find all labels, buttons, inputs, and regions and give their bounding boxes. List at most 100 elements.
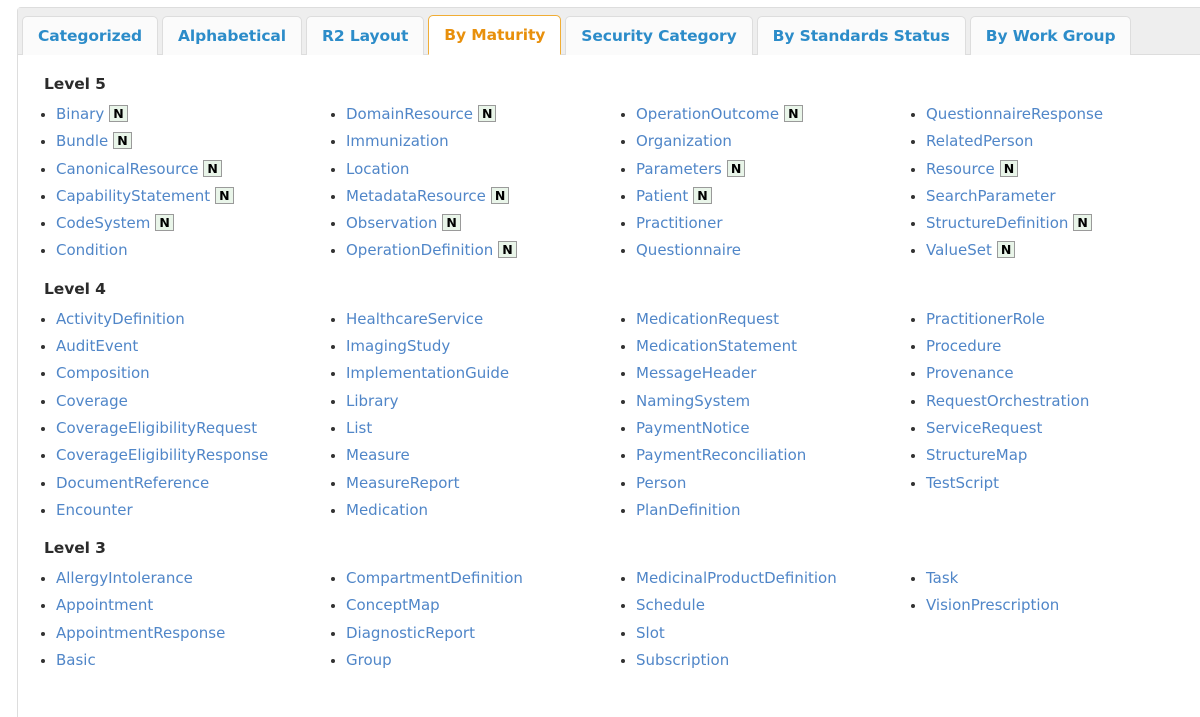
normative-badge: N: [109, 105, 127, 122]
resource-link[interactable]: PlanDefinition: [636, 501, 741, 519]
resource-link[interactable]: Basic: [56, 651, 96, 669]
list-item: PaymentReconciliation: [598, 442, 888, 469]
list-item: Task: [888, 565, 1178, 592]
resource-column: MedicinalProductDefinition Schedule Slot Su…: [598, 565, 888, 674]
resource-link[interactable]: Organization: [636, 132, 732, 150]
resource-link[interactable]: PractitionerRole: [926, 310, 1045, 328]
normative-badge: N: [727, 160, 745, 177]
resource-link[interactable]: CodeSystem: [56, 214, 150, 232]
resource-link[interactable]: Immunization: [346, 132, 449, 150]
resource-link[interactable]: QuestionnaireResponse: [926, 105, 1103, 123]
resource-link[interactable]: MetadataResource: [346, 187, 486, 205]
resource-link[interactable]: MedicationStatement: [636, 337, 797, 355]
normative-badge: N: [997, 241, 1015, 258]
resource-link[interactable]: Provenance: [926, 364, 1014, 382]
resource-link[interactable]: Coverage: [56, 392, 128, 410]
resource-link[interactable]: ImplementationGuide: [346, 364, 509, 382]
resource-link[interactable]: Library: [346, 392, 398, 410]
tab-categorized[interactable]: Categorized: [22, 16, 158, 55]
resource-link[interactable]: MeasureReport: [346, 474, 459, 492]
resource-link[interactable]: Resource: [926, 160, 995, 178]
resource-link[interactable]: MedicinalProductDefinition: [636, 569, 837, 587]
tab-label: Alphabetical: [178, 27, 286, 45]
resource-link[interactable]: List: [346, 419, 372, 437]
resource-link[interactable]: Location: [346, 160, 409, 178]
list-item: Practitioner: [598, 210, 888, 237]
list-item: MedicinalProductDefinition: [598, 565, 888, 592]
resource-column: QuestionnaireResponse RelatedPerson Resour…: [888, 101, 1178, 265]
list-item: HealthcareService: [308, 306, 598, 333]
resource-link[interactable]: ServiceRequest: [926, 419, 1042, 437]
resource-link[interactable]: CoverageEligibilityRequest: [56, 419, 257, 437]
resource-link[interactable]: Condition: [56, 241, 128, 259]
resource-link[interactable]: Person: [636, 474, 686, 492]
resource-link[interactable]: CoverageEligibilityResponse: [56, 446, 268, 464]
resource-link[interactable]: ActivityDefinition: [56, 310, 185, 328]
resource-link[interactable]: SearchParameter: [926, 187, 1056, 205]
list-item: ActivityDefinition: [18, 306, 308, 333]
resource-link[interactable]: OperationOutcome: [636, 105, 779, 123]
resource-columns: AllergyIntolerance Appointment Appointment…: [18, 565, 1200, 674]
normative-badge: N: [1000, 160, 1018, 177]
resource-link[interactable]: PaymentNotice: [636, 419, 750, 437]
resource-link[interactable]: NamingSystem: [636, 392, 750, 410]
resource-link[interactable]: StructureMap: [926, 446, 1027, 464]
tab-by-maturity[interactable]: By Maturity: [428, 15, 561, 55]
resource-link[interactable]: DiagnosticReport: [346, 624, 475, 642]
list-item: Parameters N: [598, 156, 888, 183]
resource-link[interactable]: ImagingStudy: [346, 337, 450, 355]
resource-link[interactable]: CapabilityStatement: [56, 187, 210, 205]
resource-link[interactable]: RequestOrchestration: [926, 392, 1089, 410]
resource-link[interactable]: Composition: [56, 364, 150, 382]
resource-link[interactable]: MedicationRequest: [636, 310, 779, 328]
resource-link[interactable]: CanonicalResource: [56, 160, 198, 178]
resource-list: DomainResourceNImmunizationLocationMetad…: [308, 101, 598, 265]
resource-link[interactable]: OperationDefinition: [346, 241, 493, 259]
tab-security-category[interactable]: Security Category: [565, 16, 752, 55]
resource-link[interactable]: PaymentReconciliation: [636, 446, 806, 464]
tab-by-standards-status[interactable]: By Standards Status: [757, 16, 966, 55]
resource-link[interactable]: RelatedPerson: [926, 132, 1033, 150]
resource-link[interactable]: Task: [926, 569, 958, 587]
level-heading: Level 4: [44, 274, 1200, 298]
resource-link[interactable]: ValueSet: [926, 241, 992, 259]
resource-link[interactable]: Observation: [346, 214, 437, 232]
tab-alphabetical[interactable]: Alphabetical: [162, 16, 302, 55]
resource-link[interactable]: Parameters: [636, 160, 722, 178]
tab-by-work-group[interactable]: By Work Group: [970, 16, 1132, 55]
resource-link[interactable]: Schedule: [636, 596, 705, 614]
resource-link[interactable]: Measure: [346, 446, 410, 464]
resource-link[interactable]: Slot: [636, 624, 665, 642]
resource-link[interactable]: AllergyIntolerance: [56, 569, 193, 587]
resource-link[interactable]: Group: [346, 651, 392, 669]
resource-link[interactable]: Encounter: [56, 501, 133, 519]
resource-link[interactable]: DocumentReference: [56, 474, 209, 492]
resource-link[interactable]: Binary: [56, 105, 104, 123]
resource-link[interactable]: Medication: [346, 501, 428, 519]
resource-link[interactable]: MessageHeader: [636, 364, 756, 382]
resource-link[interactable]: Appointment: [56, 596, 153, 614]
resource-link[interactable]: Subscription: [636, 651, 729, 669]
list-item: StructureDefinitionN: [888, 210, 1178, 237]
tab-r2-layout[interactable]: R2 Layout: [306, 16, 424, 55]
list-item: Immunization: [308, 128, 598, 155]
resource-link[interactable]: Questionnaire: [636, 241, 741, 259]
resource-link[interactable]: DomainResource: [346, 105, 473, 123]
resource-link[interactable]: TestScript: [926, 474, 999, 492]
resource-link[interactable]: Patient: [636, 187, 688, 205]
resource-link[interactable]: AuditEvent: [56, 337, 138, 355]
resource-link[interactable]: ConceptMap: [346, 596, 440, 614]
list-item: CompartmentDefinition: [308, 565, 598, 592]
resource-link[interactable]: CompartmentDefinition: [346, 569, 523, 587]
list-item: Organization: [598, 128, 888, 155]
resource-link[interactable]: Practitioner: [636, 214, 723, 232]
resource-link[interactable]: Procedure: [926, 337, 1001, 355]
list-item: ServiceRequest: [888, 415, 1178, 442]
resource-column: OperationOutcome N Organization Parameters N…: [598, 101, 888, 265]
resource-link[interactable]: Bundle: [56, 132, 108, 150]
resource-link[interactable]: HealthcareService: [346, 310, 483, 328]
resource-link[interactable]: VisionPrescription: [926, 596, 1059, 614]
list-item: AllergyIntolerance: [18, 565, 308, 592]
resource-link[interactable]: StructureDefinition: [926, 214, 1068, 232]
resource-link[interactable]: AppointmentResponse: [56, 624, 225, 642]
